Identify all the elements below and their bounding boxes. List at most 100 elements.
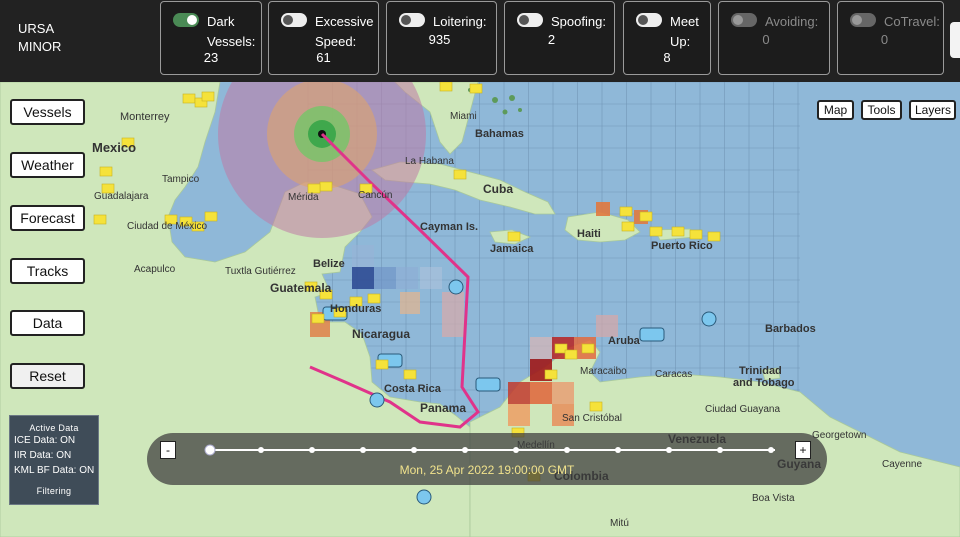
panel-edge-button[interactable] [950, 22, 960, 58]
vessel-flag [621, 221, 635, 232]
vessel-flag [311, 313, 325, 324]
timeline-tick [768, 447, 774, 453]
map-label: Trinidad [739, 365, 782, 377]
vessel-flag [182, 93, 196, 104]
ice-data-status: ICE Data: ON [14, 435, 76, 446]
map-label: Guadalajara [94, 191, 149, 202]
timeline-tick [411, 447, 417, 453]
map-label: La Habana [405, 156, 454, 167]
brand-line-2: MINOR [18, 39, 62, 54]
vessel-flag [319, 181, 333, 192]
map-view[interactable]: Monterrey Mexico Tampico Guadalajara Ciudad … [0, 82, 960, 537]
spoofing-count: 2 [547, 32, 556, 47]
excessive-speed-card[interactable]: Excessive Speed: 61 [268, 1, 379, 75]
timeline-tick [309, 447, 315, 453]
vessel-flag [469, 83, 483, 94]
map-label: Guatemala [270, 281, 332, 295]
vessel-flag [507, 231, 521, 242]
map-label: Honduras [330, 303, 381, 315]
excessive-speed-label-2: Speed: [315, 34, 357, 49]
vessel-flag [639, 211, 653, 222]
active-data-header: Active Data [29, 423, 79, 433]
map-label: San Cristóbal [562, 413, 622, 424]
timeline-panel: - + Mon, 25 Apr 2022 19:00:00 GMT [147, 433, 827, 485]
map-label: Ciudad de México [127, 221, 207, 232]
brand-line-1: URSA [18, 21, 55, 36]
vessel-flag [204, 211, 218, 222]
active-data-panel: Active Data ICE Data: ON IIR Data: ON KM… [9, 415, 99, 505]
vessel-flag [403, 369, 417, 380]
dark-vessels-count: 23 [203, 50, 219, 65]
map-label: Ciudad Guayana [705, 404, 780, 415]
reset-button[interactable]: Reset [10, 363, 85, 389]
filtering-link[interactable]: Filtering [10, 486, 98, 496]
loitering-toggle[interactable] [399, 13, 425, 27]
kml-bf-data-status: KML BF Data: ON [14, 465, 95, 476]
map-label: Caracas [655, 369, 692, 380]
excessive-speed-toggle[interactable] [281, 13, 307, 27]
dark-vessels-label-1: Dark [207, 14, 235, 29]
spoofing-toggle[interactable] [517, 13, 543, 27]
cotravel-toggle [850, 13, 876, 27]
map-label: Bahamas [475, 128, 524, 140]
map-label: Cayman Is. [420, 221, 478, 233]
timeline-current-time: Mon, 25 Apr 2022 19:00:00 GMT [399, 463, 575, 477]
vessel-flag [564, 349, 578, 360]
map-button[interactable]: Map [817, 100, 854, 120]
vessel-flag [619, 206, 633, 217]
timeline-slider[interactable] [147, 433, 827, 463]
map-label: Belize [313, 258, 345, 270]
vessel-flag [589, 401, 603, 412]
map-label: Cayenne [882, 459, 922, 470]
vessel-flag [439, 82, 453, 92]
map-label: Tuxtla Gutiérrez [225, 266, 296, 277]
meet-up-card[interactable]: Meet Up: 8 [623, 1, 711, 75]
timeline-handle [204, 444, 216, 456]
vessel-flag [453, 169, 467, 180]
forecast-button[interactable]: Forecast [10, 205, 85, 231]
dark-vessels-toggle[interactable] [173, 13, 199, 27]
spoofing-card[interactable]: Spoofing: 2 [504, 1, 615, 75]
loitering-card[interactable]: Loitering: 935 [386, 1, 497, 75]
avoiding-label: Avoiding: [765, 14, 819, 29]
vessel-flag [367, 293, 381, 304]
map-label: Costa Rica [384, 383, 442, 395]
map-label: Acapulco [134, 264, 176, 275]
cotravel-card: CoTravel: 0 [837, 1, 944, 75]
meet-up-label-2: Up: [670, 34, 691, 49]
map-label: Tampico [162, 174, 200, 185]
vessel-flag [93, 214, 107, 225]
timeline-tick [666, 447, 672, 453]
dark-vessels-card[interactable]: Dark Vessels: 23 [160, 1, 262, 75]
map-label: and Tobago [733, 377, 795, 389]
loitering-count: 935 [428, 32, 451, 47]
map-label: Miami [450, 111, 477, 122]
vessel-flag [544, 369, 558, 380]
timeline-tick [513, 447, 519, 453]
vessel-flag [375, 359, 389, 370]
weather-button[interactable]: Weather [10, 152, 85, 178]
vessels-button[interactable]: Vessels [10, 99, 85, 125]
layers-button[interactable]: Layers [909, 100, 956, 120]
timeline-tick [258, 447, 264, 453]
timeline-tick [615, 447, 621, 453]
meet-up-toggle[interactable] [636, 13, 662, 27]
data-button[interactable]: Data [10, 310, 85, 336]
map-label: Jamaica [490, 243, 534, 255]
avoiding-card: Avoiding: 0 [718, 1, 830, 75]
map-label: Cancún [358, 190, 392, 201]
avoiding-toggle [731, 13, 757, 27]
map-label: Haiti [577, 228, 601, 240]
tools-button[interactable]: Tools [861, 100, 902, 120]
map-label: Mexico [92, 140, 136, 155]
tracks-button[interactable]: Tracks [10, 258, 85, 284]
map-label: Boa Vista [752, 493, 795, 504]
timeline-tick [717, 447, 723, 453]
meet-up-count: 8 [663, 50, 671, 65]
cotravel-count: 0 [880, 32, 889, 47]
map-label: Panama [420, 401, 466, 415]
map-label: Cuba [483, 182, 513, 196]
vessel-flag [649, 226, 663, 237]
map-label: Puerto Rico [651, 240, 713, 252]
map-label: Aruba [608, 335, 641, 347]
